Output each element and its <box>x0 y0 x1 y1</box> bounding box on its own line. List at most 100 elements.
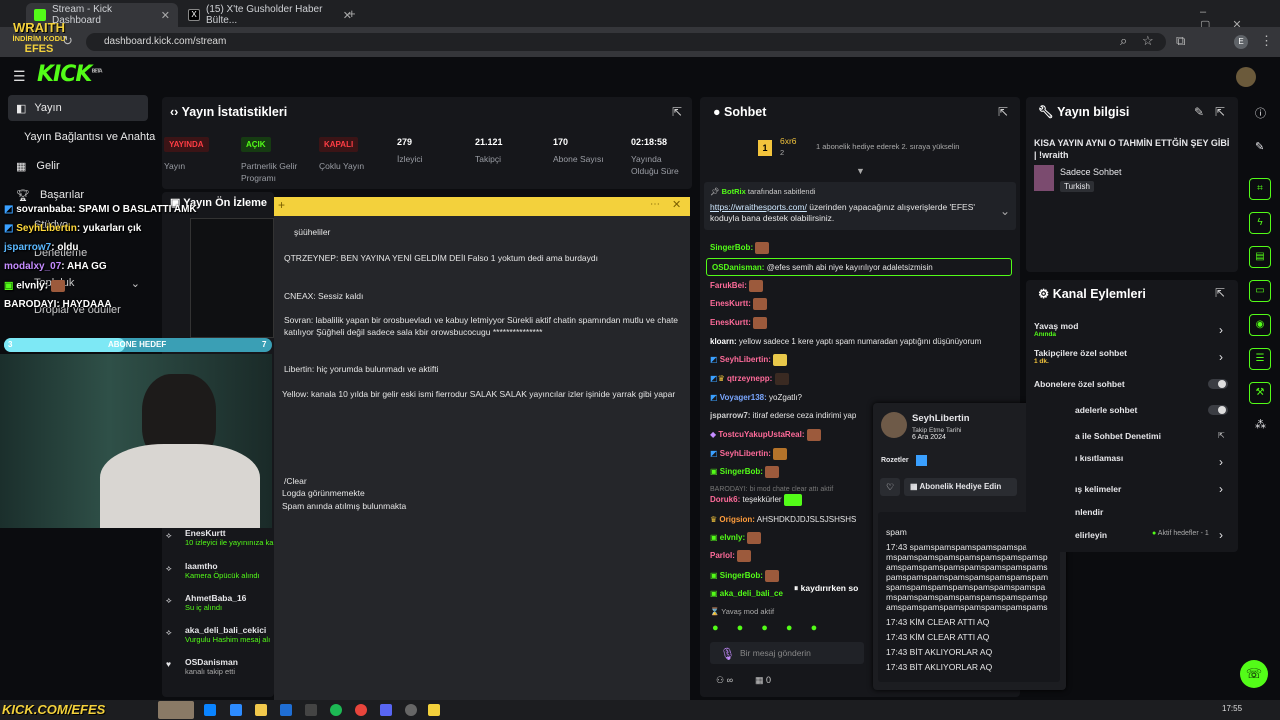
url-field[interactable]: dashboard.kick.com/stream <box>86 33 1166 51</box>
action-ai-moderation: a ile Sohbet Denetimi <box>1075 431 1161 441</box>
chevron-down-icon: ⌄ <box>130 277 140 290</box>
activity-icon: ⟡ <box>166 530 172 540</box>
sub-goal-fill <box>4 338 125 352</box>
verified-icon: ◩ <box>710 355 718 365</box>
zoom-icon[interactable]: ⌕ <box>1120 33 1127 49</box>
document-icon[interactable]: ▤ <box>1249 246 1271 268</box>
edge-icon[interactable] <box>230 704 242 716</box>
bookmark-star-icon[interactable]: ☆ <box>1142 33 1154 49</box>
gift-sub-button[interactable]: ▦ Abonelik Hediye Edin <box>904 478 1017 496</box>
list-icon[interactable]: ☰ <box>1249 348 1271 370</box>
close-tab-icon[interactable]: ✕ <box>161 9 170 22</box>
outlook-icon[interactable] <box>280 704 292 716</box>
emote-only-toggle[interactable] <box>1208 405 1228 415</box>
add-note-icon[interactable]: + <box>278 198 285 212</box>
verified-icon: ◩ <box>710 393 718 402</box>
app-icon[interactable] <box>305 704 317 716</box>
badges-label: Rozetler <box>881 457 909 464</box>
quick-emote-bar[interactable]: ●●●●● <box>712 622 835 634</box>
mic-icon[interactable]: 🎙︎ <box>720 647 735 661</box>
tool-icon[interactable]: ⚒ <box>1249 382 1271 404</box>
chevron-right-icon[interactable]: › <box>1219 350 1223 364</box>
chevron-right-icon[interactable]: › <box>1219 528 1223 542</box>
discord-icon[interactable] <box>380 704 392 716</box>
screenshot-icon[interactable]: ⌗ <box>1249 178 1271 200</box>
popout-icon[interactable]: ⇱ <box>672 105 682 119</box>
more-icon[interactable]: ⋯ <box>650 199 660 210</box>
share-icon[interactable]: ⁂ <box>1255 418 1266 431</box>
log-line: 17:43 BİT AKLIYORLAR AQ <box>886 662 993 672</box>
spotify-icon[interactable] <box>330 704 342 716</box>
profile-avatar[interactable]: E <box>1234 35 1248 49</box>
pinned-link[interactable]: https://wraithesports.com/ <box>710 202 807 212</box>
info-icon[interactable]: ⓘ <box>1255 105 1266 121</box>
popout-icon[interactable]: ⇱ <box>998 105 1008 119</box>
chevron-right-icon[interactable]: › <box>1219 482 1223 496</box>
chat-message: SingerBob: <box>710 242 868 254</box>
file-explorer-icon[interactable] <box>255 704 267 716</box>
kick-header <box>0 57 1280 93</box>
gear-icon: ⚙ <box>1038 287 1050 301</box>
user-card-name[interactable]: SeyhLibertin <box>912 413 970 424</box>
support-chat-button[interactable]: ☏ <box>1240 660 1268 688</box>
activity-item: ⟡ aka_deli_bali_cekici Vurgulu Hashim mesa… <box>166 625 271 644</box>
log-line: 17:43 KİM CLEAR ATTI AQ <box>886 632 990 642</box>
category-name[interactable]: Sadece Sohbet <box>1060 167 1122 177</box>
popout-icon[interactable]: ⇱ <box>1215 105 1225 119</box>
kick-logo[interactable]: KICKBETA <box>37 62 103 87</box>
category-thumbnail <box>1034 165 1054 191</box>
chat-icon[interactable]: ▭ <box>1249 280 1271 302</box>
close-icon[interactable]: ✕ <box>672 198 681 211</box>
goal-status: ● Aktif hedefler - 1 <box>1152 530 1209 537</box>
chat-message: ◩ SeyhLibertin: <box>710 354 868 366</box>
note-line: CNEAX: Sessiz kaldı <box>284 291 364 301</box>
new-tab-icon[interactable]: + <box>348 6 356 21</box>
chevron-down-icon[interactable]: ⌄ <box>1000 204 1010 218</box>
notes-window[interactable]: + ⋯ ✕ şüüheliler QTRZEYNEP: BEN YAYINA Y… <box>274 197 690 700</box>
sidebar-item-gelir[interactable]: ▦ Gelir <box>8 153 148 179</box>
stats-icon: ‹› <box>170 105 179 119</box>
broadcast-icon[interactable]: ◉ <box>1249 314 1271 336</box>
user-avatar[interactable] <box>1236 67 1256 87</box>
tab-x[interactable]: X (15) X'te Gusholder Haber Bülte... ✕ <box>180 3 360 27</box>
emote-icon <box>765 570 780 582</box>
chat-message-highlighted: OSDanisman: @efes semih abi niye kayırıl… <box>706 258 1012 276</box>
note-line: Yellow: kanala 10 yılda bir gelir eski i… <box>282 389 676 399</box>
sidebar-item-yayin[interactable]: ◧ Yayın <box>8 95 148 121</box>
external-link-icon[interactable]: ⇱ <box>1218 431 1225 440</box>
emote-icon <box>753 298 768 310</box>
activity-icon: ⟡ <box>166 627 172 637</box>
edit-icon[interactable]: ✎ <box>1194 105 1204 119</box>
action-slow-mode[interactable]: Yavaş mod Anında <box>1034 321 1078 338</box>
action-redirect: nlendir <box>1075 507 1104 517</box>
emote-icon <box>783 494 802 506</box>
activity-item: ⟡ AhmetBaba_16 Su iç alındı <box>166 593 247 612</box>
verified-icon: ◩ <box>4 223 14 234</box>
chat-paused-notice[interactable]: ⏸ kaydırırken so <box>791 582 862 595</box>
chat-footer-counter: ⚇ ∞ <box>716 675 734 685</box>
extensions-icon[interactable]: ⧉ <box>1176 33 1185 49</box>
follow-heart-button[interactable]: ♡ <box>880 478 900 496</box>
collapse-icon[interactable]: ▼ <box>856 166 865 176</box>
chevron-right-icon[interactable]: › <box>1219 455 1223 469</box>
menu-dots-icon[interactable]: ⋮ <box>1260 33 1273 49</box>
sidebar-item-stream-key[interactable]: Yayın Bağlantısı ve Anahtarı <box>16 124 156 150</box>
chat-input[interactable]: 🎙︎ Bir mesaj gönderin <box>710 642 864 664</box>
action-followers-only[interactable]: Takipçilere özel sohbet 1 dk. <box>1034 348 1127 365</box>
lightning-icon[interactable]: ϟ <box>1249 212 1271 234</box>
emote-icon <box>773 448 788 460</box>
sticky-notes-icon[interactable] <box>428 704 440 716</box>
pencil-icon[interactable]: ✎ <box>1255 140 1264 153</box>
verified-badge-icon <box>916 455 927 466</box>
obs-icon[interactable] <box>405 704 417 716</box>
chrome-icon[interactable] <box>355 704 367 716</box>
subs-only-toggle[interactable] <box>1208 379 1228 389</box>
crown-icon: ♛ <box>717 374 725 384</box>
heart-icon: ♥ <box>166 659 172 669</box>
popout-icon[interactable]: ⇱ <box>1215 286 1225 300</box>
hamburger-menu-icon[interactable]: ☰ <box>13 68 26 85</box>
users-icon: ⚇ <box>716 675 725 685</box>
discount-code: EFES <box>24 43 54 55</box>
chevron-right-icon[interactable]: › <box>1219 323 1223 337</box>
windows-start-icon[interactable] <box>204 704 216 716</box>
